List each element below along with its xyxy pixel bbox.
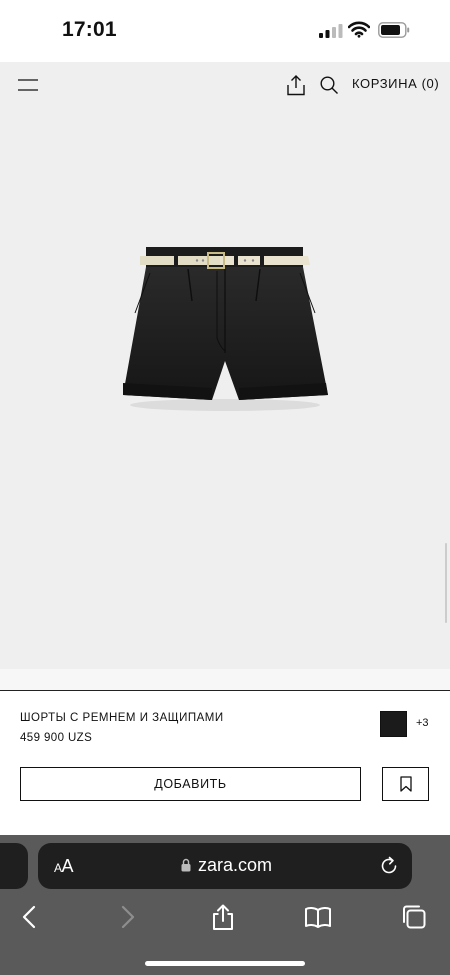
shorts-image [123,247,328,411]
search-icon[interactable] [319,75,339,95]
reload-icon[interactable] [379,856,399,876]
add-to-cart-button[interactable]: ДОБАВИТЬ [20,767,361,801]
site-header: КОРЗИНА (0) [0,62,450,108]
bookmark-icon [399,776,412,792]
hamburger-icon[interactable] [18,77,38,93]
divider [0,690,450,691]
address-bar[interactable]: AA zara.com [38,843,412,889]
wifi-icon [348,21,370,38]
product-price: 459 900 UZS [20,732,93,744]
tabs-icon[interactable] [400,903,428,931]
more-colors-count[interactable]: +3 [416,717,429,729]
bookmarks-icon[interactable] [304,903,332,931]
previous-tab-preview[interactable] [0,843,28,889]
status-time: 17:01 [62,18,117,41]
battery-icon [378,22,410,38]
product-name: ШОРТЫ С РЕМНЕМ И ЗАЩИПАМИ [20,712,224,724]
bookmark-button[interactable] [382,767,429,801]
home-indicator [145,961,305,966]
share-icon[interactable] [209,903,237,931]
product-image[interactable] [0,108,450,669]
cart-link[interactable]: КОРЗИНА (0) [352,76,439,91]
back-icon[interactable] [16,903,44,931]
share-icon[interactable] [286,74,306,96]
color-swatch-selected[interactable] [380,711,407,737]
url-text: zara.com [198,855,273,875]
scroll-indicator [445,543,447,623]
status-bar: 17:01 [0,0,450,62]
browser-toolbar: AA zara.com [0,835,450,975]
text-size-button[interactable]: AA [54,856,74,877]
forward-icon[interactable] [113,903,141,931]
lock-icon [181,858,191,872]
image-bottom-strip [0,669,450,690]
cellular-signal-icon [319,24,343,38]
